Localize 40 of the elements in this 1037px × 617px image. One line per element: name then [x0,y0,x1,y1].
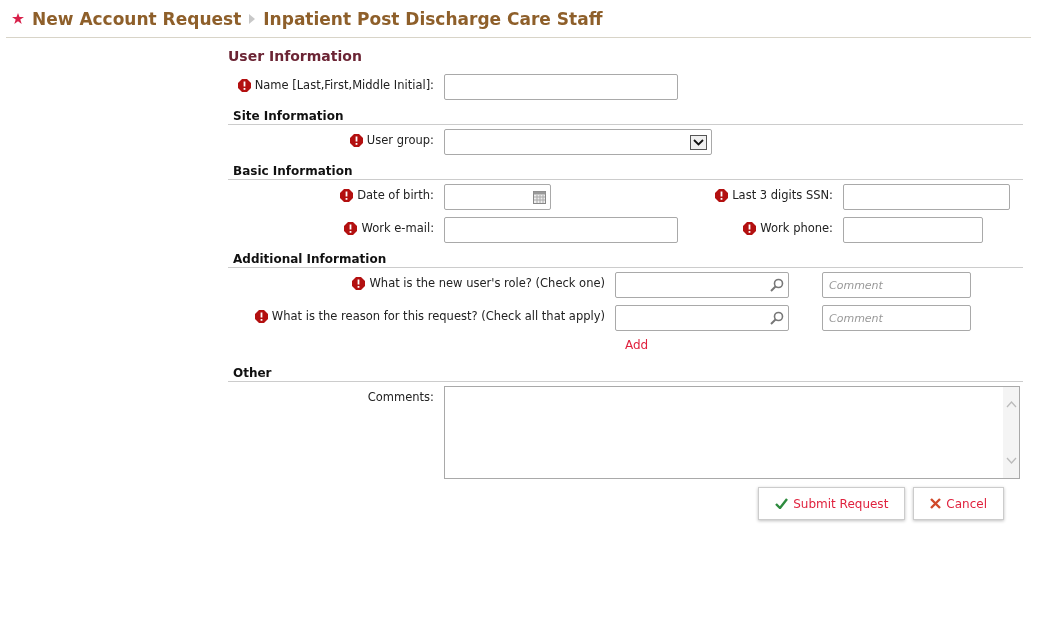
breadcrumb-item: Inpatient Post Discharge Care Staff [263,8,603,29]
field-label: Date of birth: [357,188,434,202]
lookup-field[interactable] [615,305,789,331]
field-label: User group: [366,133,434,147]
field-label: Last 3 digits SSN: [732,188,833,202]
section-title: Site Information [228,107,1023,125]
cancel-button[interactable]: Cancel [913,487,1004,520]
text-field[interactable] [843,217,983,243]
date-field[interactable] [444,184,551,210]
lookup-field[interactable] [615,272,789,298]
field-label: Work phone: [760,221,833,235]
submit-button[interactable]: Submit Request [758,487,906,520]
text-field[interactable] [843,184,1010,210]
search-icon [770,311,784,325]
add-link[interactable]: Add [625,338,649,352]
close-icon [930,498,942,509]
field-label: What is the reason for this request? (Check all that apply) [271,309,605,323]
breadcrumb-item[interactable]: New Account Request [32,8,242,29]
breadcrumb-separator-icon [249,13,256,24]
text-field[interactable] [444,217,678,243]
comment-field[interactable]: Comment [822,305,971,331]
check-icon [775,498,789,509]
section-title: Other [228,364,1023,382]
dropdown-icon [690,134,707,150]
search-icon [770,278,784,292]
scroll-down-icon [1005,457,1017,464]
select-field[interactable] [444,129,712,155]
section-title: User Information [228,48,363,66]
field-label: Comments: [367,390,434,404]
text-field[interactable] [444,74,678,100]
field-label: Work e-mail: [361,221,434,235]
scroll-up-icon [1005,401,1017,408]
comments-field[interactable] [444,386,1020,479]
comment-field[interactable]: Comment [822,272,971,298]
section-title: Additional Information [228,250,1023,268]
field-label: What is the new user's role? (Check one) [369,276,605,290]
field-label: Name [Last,First,Middle Initial]: [254,78,434,92]
section-title: Basic Information [228,162,1023,180]
pin-icon [12,12,24,25]
calendar-icon [533,190,546,204]
